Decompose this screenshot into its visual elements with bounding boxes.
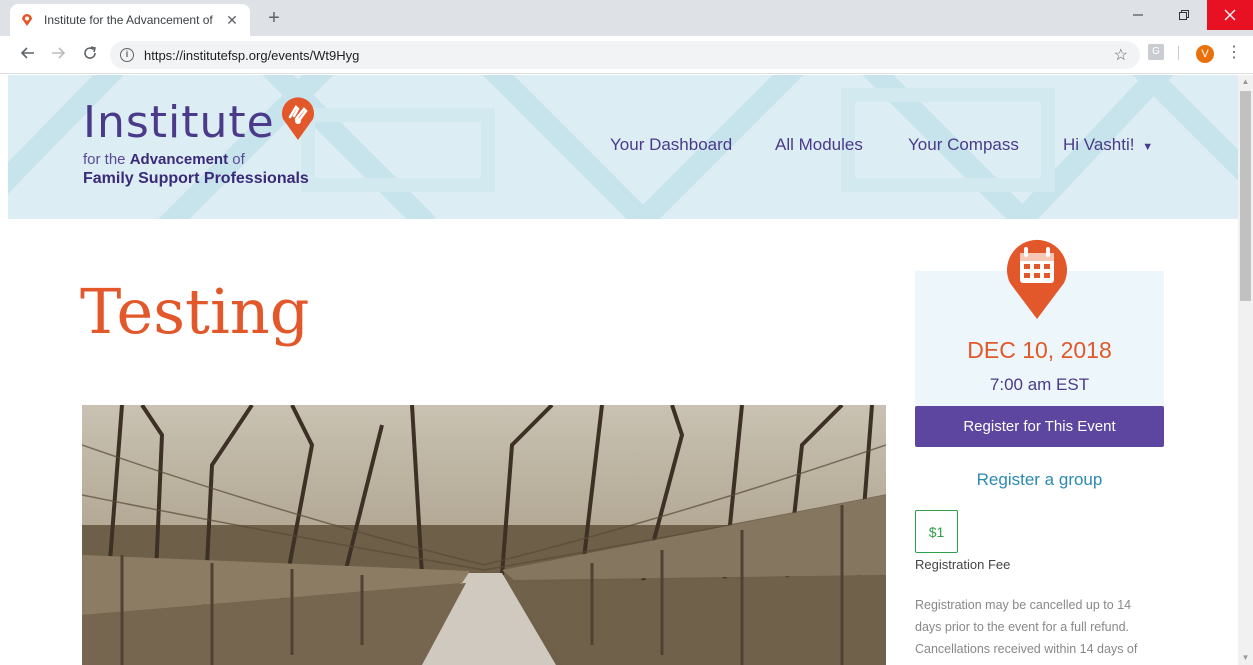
site-logo[interactable]: Institute for the Advancement of Family … [83, 97, 317, 189]
registration-fee-label: Registration Fee [915, 557, 1011, 572]
scroll-up-arrow-icon[interactable]: ▲ [1238, 75, 1253, 89]
register-group-link[interactable]: Register a group [915, 470, 1164, 490]
page-viewport: Institute for the Advancement of Family … [0, 75, 1238, 665]
nav-user-menu[interactable]: Hi Vashti! ▼ [1063, 135, 1153, 155]
toolbar-divider [1178, 46, 1179, 60]
logo-sub-pre: for the [83, 151, 130, 168]
registration-fee-badge: $1 [915, 510, 958, 553]
window-minimize-button[interactable] [1115, 0, 1161, 30]
site-favicon-icon [20, 13, 34, 27]
tab-close-icon[interactable]: ✕ [224, 12, 240, 29]
browser-menu-icon[interactable]: ⋮ [1226, 44, 1242, 62]
calendar-pin-icon [1000, 233, 1074, 326]
site-header: Institute for the Advancement of Family … [8, 75, 1238, 219]
nav-your-dashboard[interactable]: Your Dashboard [610, 135, 732, 155]
window-close-button[interactable] [1207, 0, 1253, 30]
logo-wordmark: Institute [83, 97, 275, 148]
policy-line: Cancellations received within 14 days of [915, 642, 1138, 656]
logo-sub-post: of [228, 151, 245, 168]
cancellation-policy-text: Registration may be cancelled up to 14 d… [915, 594, 1165, 660]
browser-tab[interactable]: Institute for the Advancement of ✕ [10, 4, 250, 36]
policy-line: days prior to the event for a full refun… [915, 620, 1130, 634]
user-greeting: Hi Vashti! [1063, 135, 1135, 154]
caret-down-icon: ▼ [1142, 141, 1154, 153]
url-text: https://institutefsp.org/events/Wt9Hyg [144, 47, 360, 63]
tab-title: Institute for the Advancement of [44, 13, 213, 27]
forward-arrow-icon[interactable] [48, 45, 68, 65]
page-scrollbar[interactable]: ▲ ▼ [1238, 75, 1253, 665]
logo-hands-pin-icon [279, 97, 317, 149]
nav-your-compass[interactable]: Your Compass [908, 135, 1019, 155]
reload-icon[interactable] [80, 45, 100, 65]
profile-avatar[interactable]: V [1196, 45, 1214, 63]
logo-subtitle: for the Advancement of [83, 151, 317, 169]
scroll-down-arrow-icon[interactable]: ▼ [1238, 651, 1253, 665]
browser-tab-bar: Institute for the Advancement of ✕ + [0, 0, 1253, 36]
extension-icon[interactable]: G [1148, 44, 1164, 60]
bookmark-star-icon[interactable]: ☆ [1114, 45, 1128, 65]
new-tab-button[interactable]: + [262, 7, 286, 31]
policy-line: Registration may be cancelled up to 14 [915, 598, 1132, 612]
back-arrow-icon[interactable] [18, 45, 38, 65]
logo-sub-bold: Advancement [129, 151, 229, 168]
nav-all-modules[interactable]: All Modules [775, 135, 863, 155]
event-time: 7:00 am EST [989, 375, 1090, 394]
address-bar[interactable]: i https://institutefsp.org/events/Wt9Hyg… [110, 41, 1140, 69]
register-event-button[interactable]: Register for This Event [915, 406, 1164, 447]
logo-subtitle-line2: Family Support Professionals [83, 170, 309, 187]
site-info-icon[interactable]: i [120, 48, 134, 62]
scrollbar-thumb[interactable] [1240, 91, 1251, 301]
event-date: DEC 10, 2018 [967, 337, 1112, 363]
event-title: Testing [80, 275, 310, 348]
event-hero-image [82, 405, 886, 665]
browser-toolbar: i https://institutefsp.org/events/Wt9Hyg… [0, 36, 1253, 74]
window-restore-button[interactable] [1161, 0, 1207, 30]
